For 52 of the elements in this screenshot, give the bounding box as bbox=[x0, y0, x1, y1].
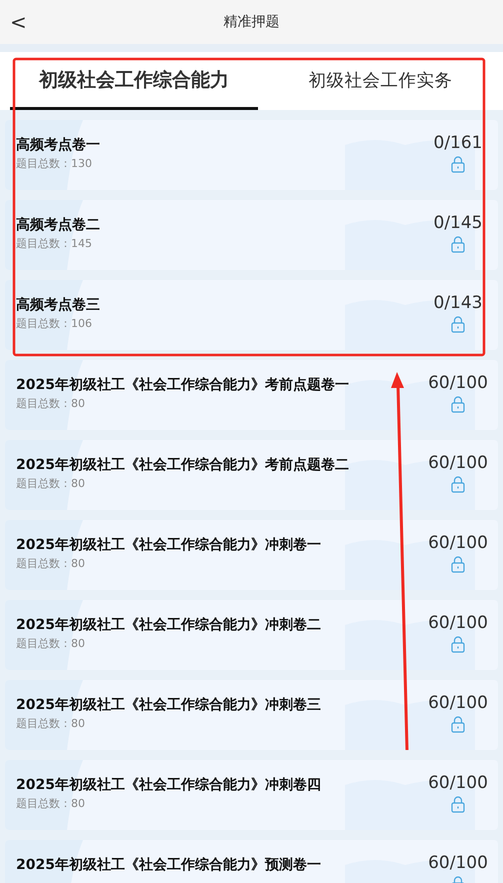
paper-title: 2025年初级社工《社会工作综合能力》冲刺卷二 bbox=[16, 616, 322, 634]
score-text: 60/100 bbox=[428, 773, 488, 793]
paper-title: 2025年初级社工《社会工作综合能力》考前点题卷二 bbox=[16, 456, 350, 474]
paper-card[interactable]: 高频考点卷二 题目总数：145 0/145 bbox=[5, 200, 498, 270]
paper-title: 高频考点卷一 bbox=[16, 136, 101, 154]
score-text: 60/100 bbox=[428, 373, 488, 393]
question-count: 题目总数：145 bbox=[16, 236, 93, 251]
score-text: 60/100 bbox=[428, 613, 488, 633]
question-count: 题目总数：106 bbox=[16, 316, 93, 331]
lock-icon bbox=[451, 796, 465, 813]
paper-card[interactable]: 2025年初级社工《社会工作综合能力》冲刺卷三 题目总数：80 60/100 bbox=[5, 680, 498, 750]
page-title: 精准押题 bbox=[224, 13, 280, 31]
score-text: 60/100 bbox=[428, 533, 488, 553]
lock-icon bbox=[451, 316, 465, 333]
paper-card[interactable]: 2025年初级社工《社会工作综合能力》考前点题卷一 题目总数：80 60/100 bbox=[5, 360, 498, 430]
paper-card[interactable]: 2025年初级社工《社会工作综合能力》冲刺卷四 题目总数：80 60/100 bbox=[5, 760, 498, 830]
question-count: 题目总数：80 bbox=[16, 396, 86, 411]
paper-title: 2025年初级社工《社会工作综合能力》考前点题卷一 bbox=[16, 376, 350, 394]
paper-card[interactable]: 高频考点卷三 题目总数：106 0/143 bbox=[5, 280, 498, 350]
lock-icon bbox=[451, 396, 465, 413]
tab[interactable]: 初级社会工作综合能力 bbox=[10, 52, 258, 110]
lock-icon bbox=[451, 636, 465, 653]
question-count: 题目总数：80 bbox=[16, 636, 86, 651]
paper-title: 高频考点卷二 bbox=[16, 216, 101, 234]
paper-title: 2025年初级社工《社会工作综合能力》冲刺卷三 bbox=[16, 696, 322, 714]
score-text: 0/161 bbox=[434, 133, 482, 153]
paper-title: 2025年初级社工《社会工作综合能力》冲刺卷一 bbox=[16, 536, 322, 554]
tab[interactable]: 初级社会工作实务 bbox=[258, 52, 503, 110]
paper-title: 2025年初级社工《社会工作综合能力》冲刺卷四 bbox=[16, 776, 322, 794]
question-count: 题目总数：80 bbox=[16, 716, 86, 731]
paper-card[interactable]: 2025年初级社工《社会工作综合能力》预测卷一 60/100 bbox=[5, 840, 498, 883]
score-text: 0/143 bbox=[434, 293, 482, 313]
question-count: 题目总数：80 bbox=[16, 796, 86, 811]
paper-title: 高频考点卷三 bbox=[16, 296, 101, 314]
lock-icon bbox=[451, 156, 465, 173]
question-count: 题目总数：80 bbox=[16, 476, 86, 491]
score-text: 60/100 bbox=[428, 453, 488, 473]
lock-icon bbox=[451, 476, 465, 493]
score-text: 0/145 bbox=[434, 213, 482, 233]
question-count: 题目总数：130 bbox=[16, 156, 93, 171]
paper-card[interactable]: 2025年初级社工《社会工作综合能力》考前点题卷二 题目总数：80 60/100 bbox=[5, 440, 498, 510]
score-text: 60/100 bbox=[428, 693, 488, 713]
paper-card[interactable]: 2025年初级社工《社会工作综合能力》冲刺卷二 题目总数：80 60/100 bbox=[5, 600, 498, 670]
back-button[interactable]: < bbox=[6, 10, 31, 34]
lock-icon bbox=[451, 556, 465, 573]
paper-title: 2025年初级社工《社会工作综合能力》预测卷一 bbox=[16, 856, 322, 874]
paper-card[interactable]: 2025年初级社工《社会工作综合能力》冲刺卷一 题目总数：80 60/100 bbox=[5, 520, 498, 590]
paper-card[interactable]: 高频考点卷一 题目总数：130 0/161 bbox=[5, 120, 498, 190]
lock-icon bbox=[451, 236, 465, 253]
score-text: 60/100 bbox=[428, 853, 488, 873]
lock-icon bbox=[451, 716, 465, 733]
question-count: 题目总数：80 bbox=[16, 556, 86, 571]
